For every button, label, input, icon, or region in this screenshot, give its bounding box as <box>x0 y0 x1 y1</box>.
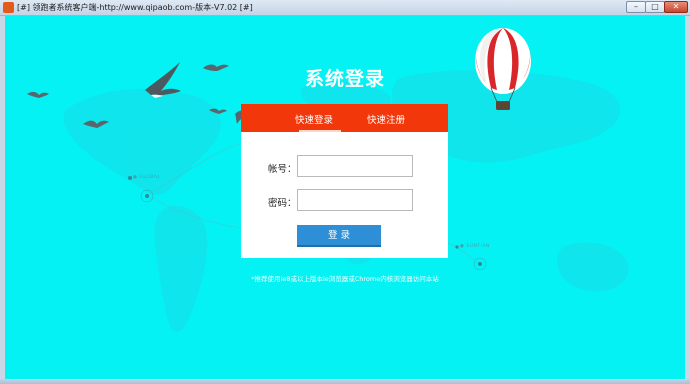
password-input[interactable] <box>297 189 413 211</box>
tab-quick-register[interactable]: 快速注册 <box>367 112 405 126</box>
minimize-button[interactable]: – <box>626 1 646 13</box>
page-title: 系统登录 <box>304 68 385 90</box>
close-button[interactable]: ✕ <box>664 1 688 13</box>
active-tab-indicator <box>299 130 341 132</box>
maximize-button[interactable]: □ <box>645 1 665 13</box>
browser-tip: *推荐使用ie8或以上版本ie浏览器或Chrome内核浏览器访问本站 <box>251 275 439 283</box>
account-input[interactable] <box>297 155 413 177</box>
map-label: ● GLOBAL <box>133 175 161 180</box>
password-label: 密码： <box>268 198 297 209</box>
window-frame-right <box>685 16 690 379</box>
login-panel: 快速登录 快速注册 帐号： 密码： 登 录 <box>241 104 448 258</box>
login-page: ● GLOBAL ● SUNTIAN 系统登录 快速登录 快速注册 帐号： 密码… <box>5 16 685 379</box>
account-label: 帐号： <box>268 164 297 175</box>
window-titlebar[interactable]: [#] 领跑者系统客户端-http://www.qipaob.com-版本-V7… <box>0 0 690 16</box>
map-label: ● SUNTIAN <box>460 244 490 249</box>
app-icon <box>3 2 14 13</box>
window-title: [#] 领跑者系统客户端-http://www.qipaob.com-版本-V7… <box>17 3 253 12</box>
window-frame-bottom <box>0 379 690 384</box>
tab-quick-login[interactable]: 快速登录 <box>295 112 333 126</box>
login-button[interactable]: 登 录 <box>297 225 381 247</box>
tab-bar: 快速登录 快速注册 <box>241 104 448 132</box>
